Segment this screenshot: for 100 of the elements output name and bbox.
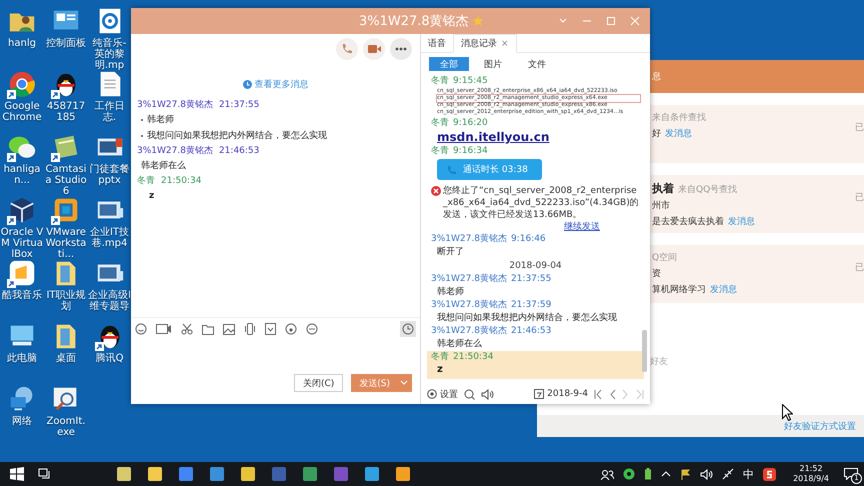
filter-tab[interactable]: 图片 (473, 57, 513, 71)
desktop-icon-label[interactable]: 酷我音乐 (0, 290, 44, 301)
desktop-icon-label[interactable]: Camtasia Studio 6 (44, 164, 88, 197)
more-icon[interactable] (390, 38, 412, 60)
people-icon[interactable] (601, 468, 614, 480)
send-message-link[interactable]: 发消息 (728, 215, 755, 228)
previous-page-icon[interactable] (609, 388, 616, 400)
desktop-icon-label[interactable]: 纯音乐-英的黎明.mp (88, 38, 131, 71)
speaker-icon[interactable] (700, 468, 714, 480)
calendar-icon[interactable] (534, 389, 544, 399)
web-link[interactable]: msdn.itellyou.cn (431, 129, 640, 145)
network-icon[interactable] (722, 468, 734, 480)
close-button[interactable]: 关闭(C) (294, 374, 344, 392)
input-method-indicator[interactable]: 中 (743, 466, 754, 482)
shield-app-icon[interactable] (623, 468, 636, 480)
message-text: z (149, 190, 154, 202)
message-text: 我想问问如果我想把内外网结合，要怎么实现 (147, 130, 327, 142)
emoji-icon[interactable] (135, 323, 147, 335)
message-text: z (436, 363, 443, 377)
sender-name: 冬青 (431, 75, 449, 87)
sender-name: 3%1W27.8黄铭杰 (137, 98, 213, 112)
requester-location: 资 (652, 268, 662, 280)
panel-tab[interactable]: 语音 (421, 35, 453, 52)
taskbar-app-icon[interactable] (364, 466, 380, 482)
filter-tab[interactable]: 全部 (429, 57, 469, 71)
chevron-up-icon[interactable] (661, 470, 672, 478)
desktop-icon-label[interactable]: 桌面 (44, 353, 88, 364)
desktop-icon-label[interactable]: 企业高级I维专题导 (88, 290, 131, 312)
settings-icon[interactable] (427, 389, 437, 399)
message-time: 21:50:34 (161, 175, 202, 188)
scissors-icon[interactable] (181, 323, 193, 335)
window-title: 3%1W27.8黄铭杰 (359, 13, 469, 30)
taskbar-app-icon[interactable] (302, 466, 318, 482)
desktop-icon-label[interactable]: 控制面板 (44, 38, 88, 49)
desktop-icon-label[interactable]: hanlg (0, 38, 44, 49)
desktop-icon-label[interactable]: VMware Workstati... (44, 227, 88, 260)
browser-icon[interactable] (7, 69, 37, 99)
request-status: 已 (855, 192, 864, 205)
search-icon[interactable] (464, 388, 475, 400)
clock-time: 21:52 (800, 464, 823, 474)
desktop-icon-label[interactable]: hanligan... (0, 164, 44, 186)
task-view-icon[interactable] (38, 468, 52, 480)
message-text: 断开了 (436, 246, 464, 259)
tab-close-mark[interactable]: × (501, 38, 509, 48)
message-time: 21:46:53 (218, 145, 260, 158)
desktop-icon-label[interactable]: 门徒套餐pptx (88, 164, 131, 186)
phone-icon[interactable] (336, 38, 358, 60)
input-method-app-icon[interactable] (763, 468, 776, 480)
clock[interactable]: 21:52 2018/9/4 (793, 464, 829, 484)
desktop-icon-label[interactable]: IT职业规划 (44, 290, 88, 312)
image-icon[interactable] (223, 324, 235, 334)
clock-date: 2018/9/4 (793, 474, 829, 484)
start-windows-icon[interactable] (10, 467, 24, 481)
request-source: 来自条件查找 (652, 112, 706, 124)
battery-icon[interactable] (644, 468, 652, 480)
desktop-icon-label[interactable]: 网络 (0, 416, 44, 427)
history-clock-icon[interactable] (400, 321, 416, 337)
sender-name: 3%1W27.8黄铭杰 (137, 144, 213, 158)
message-text: 我想问问如果我想把内外网结合，要怎么实现 (436, 312, 617, 325)
taskbar-app-icon[interactable] (178, 466, 194, 482)
music-app-icon[interactable] (7, 258, 37, 288)
settings-button[interactable]: 设置 (427, 388, 458, 400)
request-message: 算机网络学习 (652, 284, 706, 296)
video-camera-icon[interactable] (363, 38, 385, 60)
taskbar-app-icon[interactable] (116, 466, 132, 482)
filter-tab[interactable]: 文件 (517, 57, 557, 71)
resume-send-link[interactable]: 继续发送 (564, 221, 600, 233)
screen-capture-icon[interactable] (265, 323, 276, 335)
desktop-icon-label[interactable]: Oracle VM VirtualBox (0, 227, 44, 260)
first-page-icon[interactable] (594, 388, 603, 400)
load-more-link[interactable]: 查看更多消息 (242, 78, 308, 91)
taskbar-app-icon[interactable] (147, 466, 163, 482)
message-time: 9:16:46 (510, 233, 546, 245)
phone-shake-icon[interactable] (244, 323, 256, 335)
message-time: 21:37:55 (510, 273, 552, 285)
date-picker-button[interactable]: 2018-9-4 (534, 389, 588, 399)
requester-location: 州市 (652, 200, 671, 212)
caret-icon[interactable] (400, 380, 408, 386)
send-message-link[interactable]: 发消息 (710, 283, 737, 296)
taskbar-app-icon[interactable] (395, 466, 411, 482)
clock-icon[interactable] (242, 80, 252, 89)
desktop-icon-label[interactable]: ZoomIt.exe (44, 416, 88, 438)
desktop-icon-label[interactable]: 458717185 (44, 101, 88, 123)
more-icon[interactable] (306, 323, 318, 335)
desktop-icon-label[interactable]: 企业IT技巷.mp4 (88, 227, 131, 249)
request-message: 好 (652, 128, 661, 140)
call-duration-bubble: 通话时长 03:38 (437, 159, 542, 180)
sender-name: 冬青 (137, 174, 155, 188)
desktop-icon-label[interactable]: 工作日志. (88, 101, 131, 123)
taskbar-app-icon[interactable] (240, 466, 256, 482)
send-message-link[interactable]: 发消息 (665, 127, 692, 140)
desktop-icon-label[interactable]: 此电脑 (0, 353, 44, 364)
taskbar-app-icon[interactable] (209, 466, 225, 482)
speaker-icon[interactable] (481, 388, 494, 400)
panel-tab[interactable]: 消息记录 × (453, 34, 517, 53)
folder-icon[interactable] (202, 324, 214, 334)
desktop-icon-label[interactable]: Google Chrome (0, 101, 44, 123)
scrollbar-thumb[interactable] (642, 330, 647, 372)
flag-icon[interactable] (680, 468, 692, 480)
desktop-icon-label[interactable]: 腾讯Q (88, 353, 131, 364)
